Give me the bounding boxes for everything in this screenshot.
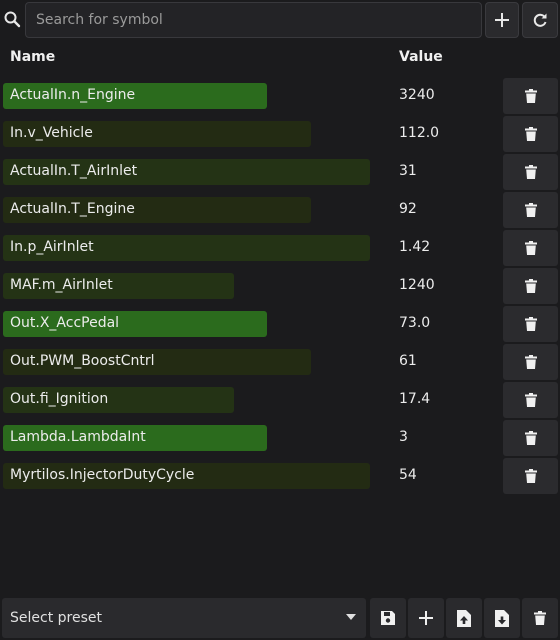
table-row[interactable]: ActualIn.n_Engine 3240 xyxy=(0,77,560,115)
trash-icon xyxy=(524,317,537,331)
table-row[interactable]: In.v_Vehicle 112.0 xyxy=(0,115,560,153)
column-header-value[interactable]: Value xyxy=(399,49,443,65)
delete-row-button[interactable] xyxy=(503,420,558,456)
delete-row-button[interactable] xyxy=(503,268,558,304)
delete-row-button[interactable] xyxy=(503,458,558,494)
delete-row-button[interactable] xyxy=(503,230,558,266)
delete-row-button[interactable] xyxy=(503,154,558,190)
delete-row-button[interactable] xyxy=(503,344,558,380)
symbol-value: 92 xyxy=(399,201,417,217)
bottom-bar: Select preset xyxy=(0,598,560,640)
trash-icon xyxy=(524,127,537,141)
symbol-value: 3240 xyxy=(399,87,435,103)
trash-icon xyxy=(524,203,537,217)
symbol-name: Out.PWM_BoostCntrl xyxy=(10,353,155,369)
add-preset-button[interactable] xyxy=(408,598,444,638)
trash-icon xyxy=(524,469,537,483)
symbol-value: 31 xyxy=(399,163,417,179)
symbol-name: Out.X_AccPedal xyxy=(10,315,120,331)
trash-icon xyxy=(524,165,537,179)
add-symbol-button[interactable] xyxy=(485,2,519,38)
symbol-name: In.v_Vehicle xyxy=(10,125,93,141)
symbol-value: 112.0 xyxy=(399,125,440,141)
delete-row-button[interactable] xyxy=(503,116,558,152)
symbol-value: 61 xyxy=(399,353,417,369)
trash-icon xyxy=(524,241,537,255)
trash-icon xyxy=(524,431,537,445)
plus-icon xyxy=(495,13,509,27)
top-bar xyxy=(0,0,560,40)
table-row[interactable]: Lambda.LambdaInt 3 xyxy=(0,419,560,457)
symbol-name: ActualIn.n_Engine xyxy=(10,87,136,103)
delete-row-button[interactable] xyxy=(503,382,558,418)
trash-icon xyxy=(524,355,537,369)
file-upload-icon xyxy=(457,609,471,627)
trash-icon xyxy=(524,89,537,103)
column-header-name[interactable]: Name xyxy=(10,49,55,65)
save-icon xyxy=(381,611,395,625)
symbol-name: ActualIn.T_Engine xyxy=(10,201,135,217)
table-row[interactable]: ActualIn.T_Engine 92 xyxy=(0,191,560,229)
export-preset-button[interactable] xyxy=(484,598,520,638)
table-row[interactable]: In.p_AirInlet 1.42 xyxy=(0,229,560,267)
trash-icon xyxy=(524,279,537,293)
symbol-value: 3 xyxy=(399,429,408,445)
table-row[interactable]: Out.fi_Ignition 17.4 xyxy=(0,381,560,419)
symbol-name: Myrtilos.InjectorDutyCycle xyxy=(10,467,195,483)
table-row[interactable]: Out.PWM_BoostCntrl 61 xyxy=(0,343,560,381)
file-download-icon xyxy=(495,609,509,627)
preset-select[interactable]: Select preset xyxy=(2,598,366,638)
table-row[interactable]: Myrtilos.InjectorDutyCycle 54 xyxy=(0,457,560,495)
delete-row-button[interactable] xyxy=(503,78,558,114)
preset-select-label: Select preset xyxy=(10,610,102,626)
trash-icon xyxy=(534,611,546,625)
delete-row-button[interactable] xyxy=(503,192,558,228)
refresh-icon xyxy=(533,13,547,27)
symbol-name: In.p_AirInlet xyxy=(10,239,94,255)
symbol-name: MAF.m_AirInlet xyxy=(10,277,113,293)
search-input[interactable] xyxy=(25,2,482,38)
caret-down-icon xyxy=(346,614,356,620)
symbol-value: 1.42 xyxy=(399,239,431,255)
search-icon xyxy=(4,11,21,28)
table-row[interactable]: MAF.m_AirInlet 1240 xyxy=(0,267,560,305)
symbol-name: Out.fi_Ignition xyxy=(10,391,109,407)
import-preset-button[interactable] xyxy=(446,598,482,638)
save-preset-button[interactable] xyxy=(370,598,406,638)
trash-icon xyxy=(524,393,537,407)
symbol-value: 17.4 xyxy=(399,391,431,407)
symbol-watch-panel: Name Value ActualIn.n_Engine 3240 In.v_V… xyxy=(0,0,560,640)
symbol-value: 73.0 xyxy=(399,315,431,331)
delete-preset-button[interactable] xyxy=(522,598,558,638)
plus-icon xyxy=(419,611,433,625)
symbol-value: 54 xyxy=(399,467,417,483)
table-row[interactable]: ActualIn.T_AirInlet 31 xyxy=(0,153,560,191)
delete-row-button[interactable] xyxy=(503,306,558,342)
symbol-value: 1240 xyxy=(399,277,435,293)
table-row[interactable]: Out.X_AccPedal 73.0 xyxy=(0,305,560,343)
symbol-name: Lambda.LambdaInt xyxy=(10,429,146,445)
refresh-button[interactable] xyxy=(522,2,558,38)
symbol-name: ActualIn.T_AirInlet xyxy=(10,163,138,179)
